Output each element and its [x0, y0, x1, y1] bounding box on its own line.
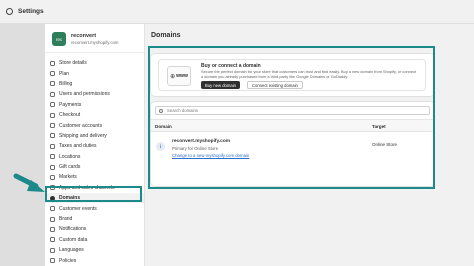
window-titlebar: Settings — [0, 0, 474, 24]
gift-cards-icon — [50, 164, 55, 170]
store-header[interactable]: rec reconvert reconvert.myshopify.com — [45, 24, 144, 53]
store-icon — [50, 60, 55, 66]
sidebar-item-policies[interactable]: Policies — [45, 255, 144, 265]
store-name: reconvert — [71, 33, 97, 39]
sidebar-item-label: Customer accounts — [59, 122, 103, 129]
sidebar-item-locations[interactable]: Locations — [45, 152, 144, 162]
domains-content-highlight — [148, 46, 435, 189]
sidebar-item-label: Checkout — [59, 112, 81, 119]
custom-data-icon — [50, 237, 55, 243]
sidebar-item-label: Payments — [59, 101, 82, 108]
gear-icon — [6, 8, 13, 15]
sidebar-item-customer-accounts[interactable]: Customer accounts — [45, 120, 144, 130]
store-avatar: rec — [52, 32, 66, 46]
window-title: Settings — [18, 8, 44, 15]
sidebar-item-label: Gift cards — [59, 164, 81, 171]
sidebar-item-label: Billing — [59, 80, 73, 87]
brand-icon — [50, 216, 55, 222]
sidebar-item-languages[interactable]: Languages — [45, 245, 144, 255]
shipping-icon — [50, 133, 55, 139]
customer-accounts-icon — [50, 123, 55, 129]
users-icon — [50, 91, 55, 97]
sidebar-item-custom-data[interactable]: Custom data — [45, 235, 144, 245]
languages-icon — [50, 247, 55, 253]
bell-icon — [50, 226, 55, 232]
customer-events-icon — [50, 206, 55, 212]
locations-icon — [50, 154, 55, 160]
sidebar-item-label: Customer events — [59, 205, 97, 212]
markets-icon — [50, 174, 55, 180]
billing-icon — [50, 81, 55, 87]
settings-nav: Store details Plan Billing Users and permis… — [45, 53, 144, 266]
sidebar-item-label: Users and permissions — [59, 91, 110, 98]
sidebar-item-label: Plan — [59, 70, 70, 77]
sidebar-item-customer-events[interactable]: Customer events — [45, 203, 144, 213]
sidebar-item-brand[interactable]: Brand — [45, 214, 144, 224]
sidebar-item-plan[interactable]: Plan — [45, 68, 144, 78]
taxes-icon — [50, 143, 55, 149]
sidebar-item-checkout[interactable]: Checkout — [45, 110, 144, 120]
settings-sidebar: rec reconvert reconvert.myshopify.com St… — [45, 24, 145, 266]
sidebar-item-label: Custom data — [59, 236, 88, 243]
sidebar-item-shipping-and-delivery[interactable]: Shipping and delivery — [45, 131, 144, 141]
sidebar-item-billing[interactable]: Billing — [45, 79, 144, 89]
sidebar-item-label: Brand — [59, 216, 73, 223]
sidebar-item-users-and-permissions[interactable]: Users and permissions — [45, 89, 144, 99]
sidebar-item-payments[interactable]: Payments — [45, 100, 144, 110]
policies-icon — [50, 258, 55, 264]
plan-icon — [50, 71, 55, 77]
checkout-icon — [50, 112, 55, 118]
sidebar-item-taxes-and-duties[interactable]: Taxes and duties — [45, 141, 144, 151]
sidebar-item-notifications[interactable]: Notifications — [45, 224, 144, 234]
sidebar-item-markets[interactable]: Markets — [45, 172, 144, 182]
payments-icon — [50, 102, 55, 108]
page-title: Domains — [151, 32, 181, 39]
sidebar-item-label: Taxes and duties — [59, 143, 97, 150]
sidebar-item-label: Locations — [59, 153, 81, 160]
sidebar-item-gift-cards[interactable]: Gift cards — [45, 162, 144, 172]
sidebar-item-label: Markets — [59, 174, 77, 181]
sidebar-item-label: Store details — [59, 60, 87, 67]
sidebar-item-label: Policies — [59, 257, 77, 264]
sidebar-item-label: Languages — [59, 247, 84, 254]
domains-nav-highlight — [45, 186, 142, 202]
sidebar-item-store-details[interactable]: Store details — [45, 58, 144, 68]
store-domain: reconvert.myshopify.com — [71, 40, 119, 45]
sidebar-item-label: Notifications — [59, 226, 87, 233]
sidebar-item-label: Shipping and delivery — [59, 132, 107, 139]
